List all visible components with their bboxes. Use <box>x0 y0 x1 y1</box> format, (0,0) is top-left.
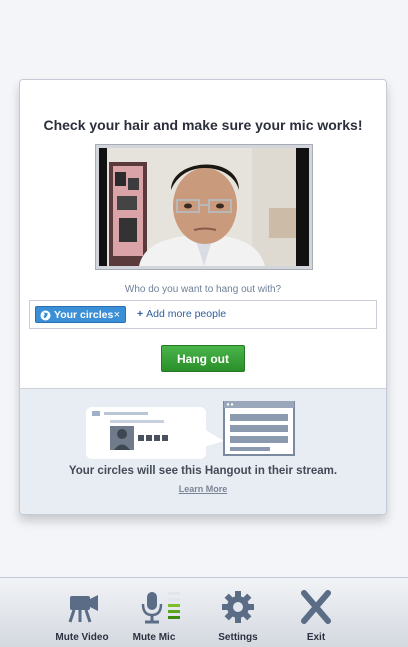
learn-more-link[interactable]: Learn More <box>20 484 386 494</box>
circles-chip[interactable]: Your circles × <box>35 306 126 323</box>
mute-mic-label: Mute Mic <box>132 632 176 643</box>
stream-notice-panel: Your circles will see this Hangout in th… <box>20 388 386 514</box>
circles-chip-label: Your circles <box>54 309 114 321</box>
settings-label: Settings <box>218 632 258 643</box>
add-more-people-link[interactable]: + Add more people <box>137 307 226 322</box>
invite-question: Who do you want to hang out with? <box>124 284 282 295</box>
mute-mic-button[interactable]: Mute Mic <box>114 578 194 647</box>
hangout-dialog: Check your hair and make sure your mic w… <box>19 79 387 515</box>
share-input-box[interactable]: Your circles × + Add more people <box>29 300 377 329</box>
dialog-top: Check your hair and make sure your mic w… <box>20 80 386 387</box>
microphone-icon <box>141 592 180 624</box>
mute-video-button[interactable]: Mute Video <box>42 578 122 647</box>
stream-notice-text: Your circles will see this Hangout in th… <box>68 465 338 477</box>
camera-preview-frame <box>95 144 313 270</box>
video-camera-icon <box>68 595 98 623</box>
plus-icon: + <box>137 308 144 320</box>
chip-remove-icon[interactable]: × <box>114 307 120 324</box>
exit-button[interactable]: Exit <box>276 578 356 647</box>
settings-button[interactable]: Settings <box>198 578 278 647</box>
exit-label: Exit <box>306 632 326 643</box>
stream-illustration <box>86 401 295 459</box>
gear-icon <box>222 591 254 623</box>
hang-out-button[interactable]: Hang out <box>161 345 245 372</box>
exit-x-icon <box>301 590 331 624</box>
add-more-people-label: Add more people <box>146 308 227 320</box>
bottom-toolbar: Mute Video Mute Mic Settings Exit <box>0 577 408 647</box>
dialog-headline: Check your hair and make sure your mic w… <box>43 117 363 133</box>
camera-preview-image <box>99 148 309 266</box>
camera-preview <box>99 148 309 266</box>
globe-icon <box>40 310 51 321</box>
mute-video-label: Mute Video <box>55 632 109 643</box>
